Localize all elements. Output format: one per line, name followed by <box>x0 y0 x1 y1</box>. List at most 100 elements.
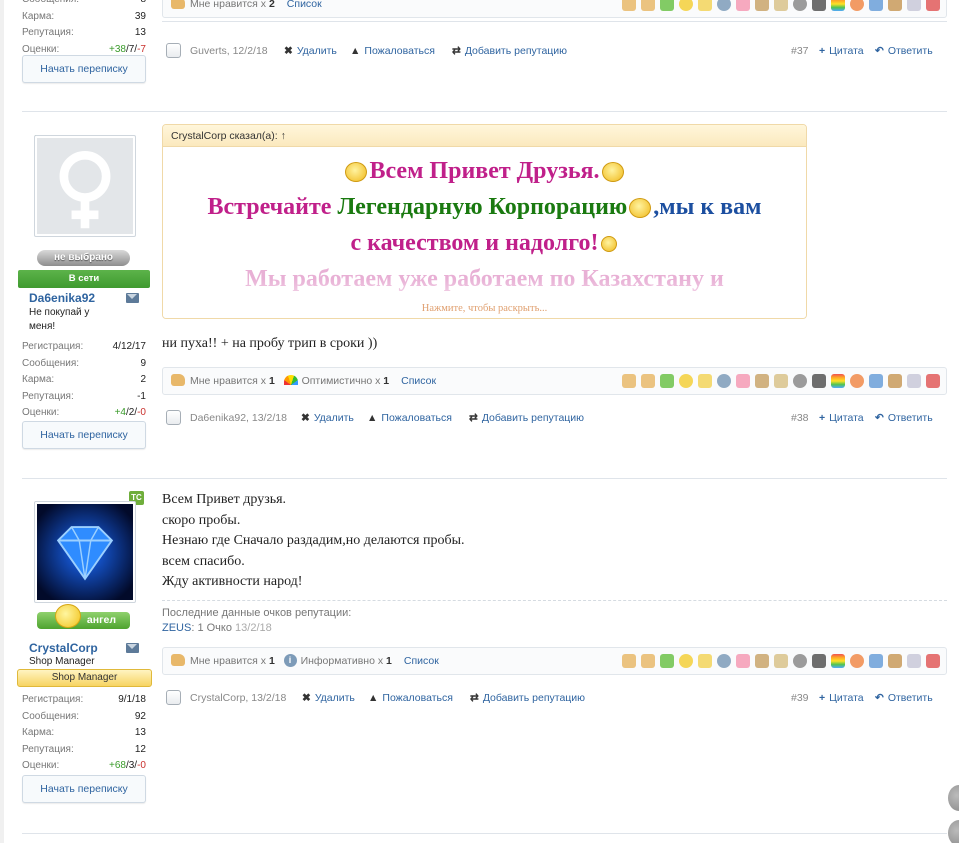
late-icon[interactable] <box>850 654 864 668</box>
informative-icon[interactable] <box>717 374 731 388</box>
reply-link[interactable]: ↶ Ответить <box>875 42 933 60</box>
informative-icon[interactable] <box>717 654 731 668</box>
avatar[interactable] <box>34 501 136 603</box>
delete-link[interactable]: ✖ Удалить <box>301 409 354 427</box>
delete-link[interactable]: ✖ Удалить <box>302 689 355 707</box>
dislike-icon[interactable] <box>641 654 655 668</box>
funny-icon[interactable] <box>679 0 693 11</box>
select-post-checkbox[interactable] <box>166 690 181 705</box>
skull-icon[interactable] <box>812 374 826 388</box>
username[interactable]: Da6enika92 <box>29 291 95 305</box>
mail-icon[interactable] <box>126 293 139 303</box>
creative-icon[interactable] <box>774 0 788 11</box>
delete-icon: ✖ <box>301 412 310 424</box>
report-link[interactable]: ▲ Пожаловаться <box>368 689 453 707</box>
close-icon[interactable] <box>926 374 940 388</box>
post-number[interactable]: #38 <box>791 409 809 427</box>
stat-row-grades: Оценки: +4/2/-0 <box>22 407 146 418</box>
archive-icon[interactable] <box>888 374 902 388</box>
post-number[interactable]: #39 <box>791 689 809 707</box>
angel-smiley-icon <box>55 604 81 628</box>
friendly-icon[interactable] <box>736 374 750 388</box>
delete-link[interactable]: ✖ Удалить <box>284 42 337 60</box>
funny-icon[interactable] <box>679 374 693 388</box>
agree-icon[interactable] <box>660 374 674 388</box>
confusing-icon[interactable] <box>907 654 921 668</box>
informative-icon[interactable] <box>717 0 731 11</box>
quote-link[interactable]: + Цитата <box>819 42 864 60</box>
optimistic-icon[interactable] <box>831 374 845 388</box>
handshake-icon: ⇄ <box>469 412 478 424</box>
confusing-icon[interactable] <box>907 0 921 11</box>
skull-icon[interactable] <box>812 0 826 11</box>
start-conversation-button[interactable]: Начать переписку <box>22 421 146 449</box>
late-icon[interactable] <box>850 0 864 11</box>
select-post-checkbox[interactable] <box>166 43 181 58</box>
reply-link[interactable]: ↶ Ответить <box>875 689 933 707</box>
reply-link[interactable]: ↶ Ответить <box>875 409 933 427</box>
like-icon[interactable] <box>622 0 636 11</box>
late-icon[interactable] <box>850 374 864 388</box>
likes-list-link[interactable]: Список <box>404 655 439 667</box>
archive-icon[interactable] <box>888 0 902 11</box>
stat-row: Репутация: -1 <box>22 390 146 402</box>
quote-link[interactable]: + Цитата <box>819 409 864 427</box>
add-reputation-link[interactable]: ⇄ Добавить репутацию <box>452 42 567 60</box>
biohazard-icon[interactable] <box>793 654 807 668</box>
post-author-date[interactable]: Da6enika92, 13/2/18 <box>190 409 287 427</box>
mail-icon[interactable] <box>126 643 139 653</box>
expand-quote-link[interactable]: Нажмите, чтобы раскрыть... <box>163 303 806 314</box>
spelling-icon[interactable] <box>869 654 883 668</box>
reputation-user-link[interactable]: ZEUS <box>162 622 191 634</box>
report-link[interactable]: ▲ Пожаловаться <box>350 42 435 60</box>
agree-icon[interactable] <box>660 654 674 668</box>
quote-block[interactable]: CrystalCorp сказал(а): ↑ Всем Привет Дру… <box>162 124 807 319</box>
select-post-checkbox[interactable] <box>166 410 181 425</box>
friendly-icon[interactable] <box>736 0 750 11</box>
like-icon[interactable] <box>622 374 636 388</box>
biohazard-icon[interactable] <box>793 0 807 11</box>
confusing-icon[interactable] <box>907 374 921 388</box>
username[interactable]: CrystalCorp <box>29 641 98 655</box>
creative-icon[interactable] <box>774 654 788 668</box>
start-conversation-button[interactable]: Начать переписку <box>22 775 146 803</box>
close-icon[interactable] <box>926 0 940 11</box>
useful-icon[interactable] <box>755 0 769 11</box>
optimistic-icon[interactable] <box>831 654 845 668</box>
post-number[interactable]: #37 <box>791 42 809 60</box>
creative-icon[interactable] <box>774 374 788 388</box>
agree-icon[interactable] <box>660 0 674 11</box>
dislike-icon[interactable] <box>641 374 655 388</box>
useful-icon[interactable] <box>755 374 769 388</box>
dislike-icon[interactable] <box>641 0 655 11</box>
likes-bar: Мне нравится x 1 i Информативно x 1 Список <box>162 647 947 675</box>
winner-icon[interactable] <box>698 654 712 668</box>
like-icon[interactable] <box>622 654 636 668</box>
quote-link[interactable]: + Цитата <box>819 689 864 707</box>
archive-icon[interactable] <box>888 654 902 668</box>
spelling-icon[interactable] <box>869 0 883 11</box>
delete-icon: ✖ <box>302 692 311 704</box>
stat-row: Карма: 2 <box>22 374 146 385</box>
likes-list-link[interactable]: Список <box>401 375 436 387</box>
post-author-date[interactable]: CrystalCorp, 13/2/18 <box>190 689 286 707</box>
biohazard-icon[interactable] <box>793 374 807 388</box>
add-reputation-link[interactable]: ⇄ Добавить репутацию <box>470 689 585 707</box>
add-reputation-link[interactable]: ⇄ Добавить репутацию <box>469 409 584 427</box>
optimistic-icon[interactable] <box>831 0 845 11</box>
friendly-icon[interactable] <box>736 654 750 668</box>
quote-header[interactable]: CrystalCorp сказал(а): ↑ <box>163 125 806 147</box>
likes-list-link[interactable]: Список <box>287 0 322 10</box>
winner-icon[interactable] <box>698 0 712 11</box>
winner-icon[interactable] <box>698 374 712 388</box>
post-separator <box>22 833 947 834</box>
start-conversation-button[interactable]: Начать переписку <box>22 55 146 83</box>
post-author-date[interactable]: Guverts, 12/2/18 <box>190 42 268 60</box>
funny-icon[interactable] <box>679 654 693 668</box>
spelling-icon[interactable] <box>869 374 883 388</box>
skull-icon[interactable] <box>812 654 826 668</box>
report-link[interactable]: ▲ Пожаловаться <box>367 409 452 427</box>
avatar[interactable] <box>34 135 136 237</box>
useful-icon[interactable] <box>755 654 769 668</box>
close-icon[interactable] <box>926 654 940 668</box>
